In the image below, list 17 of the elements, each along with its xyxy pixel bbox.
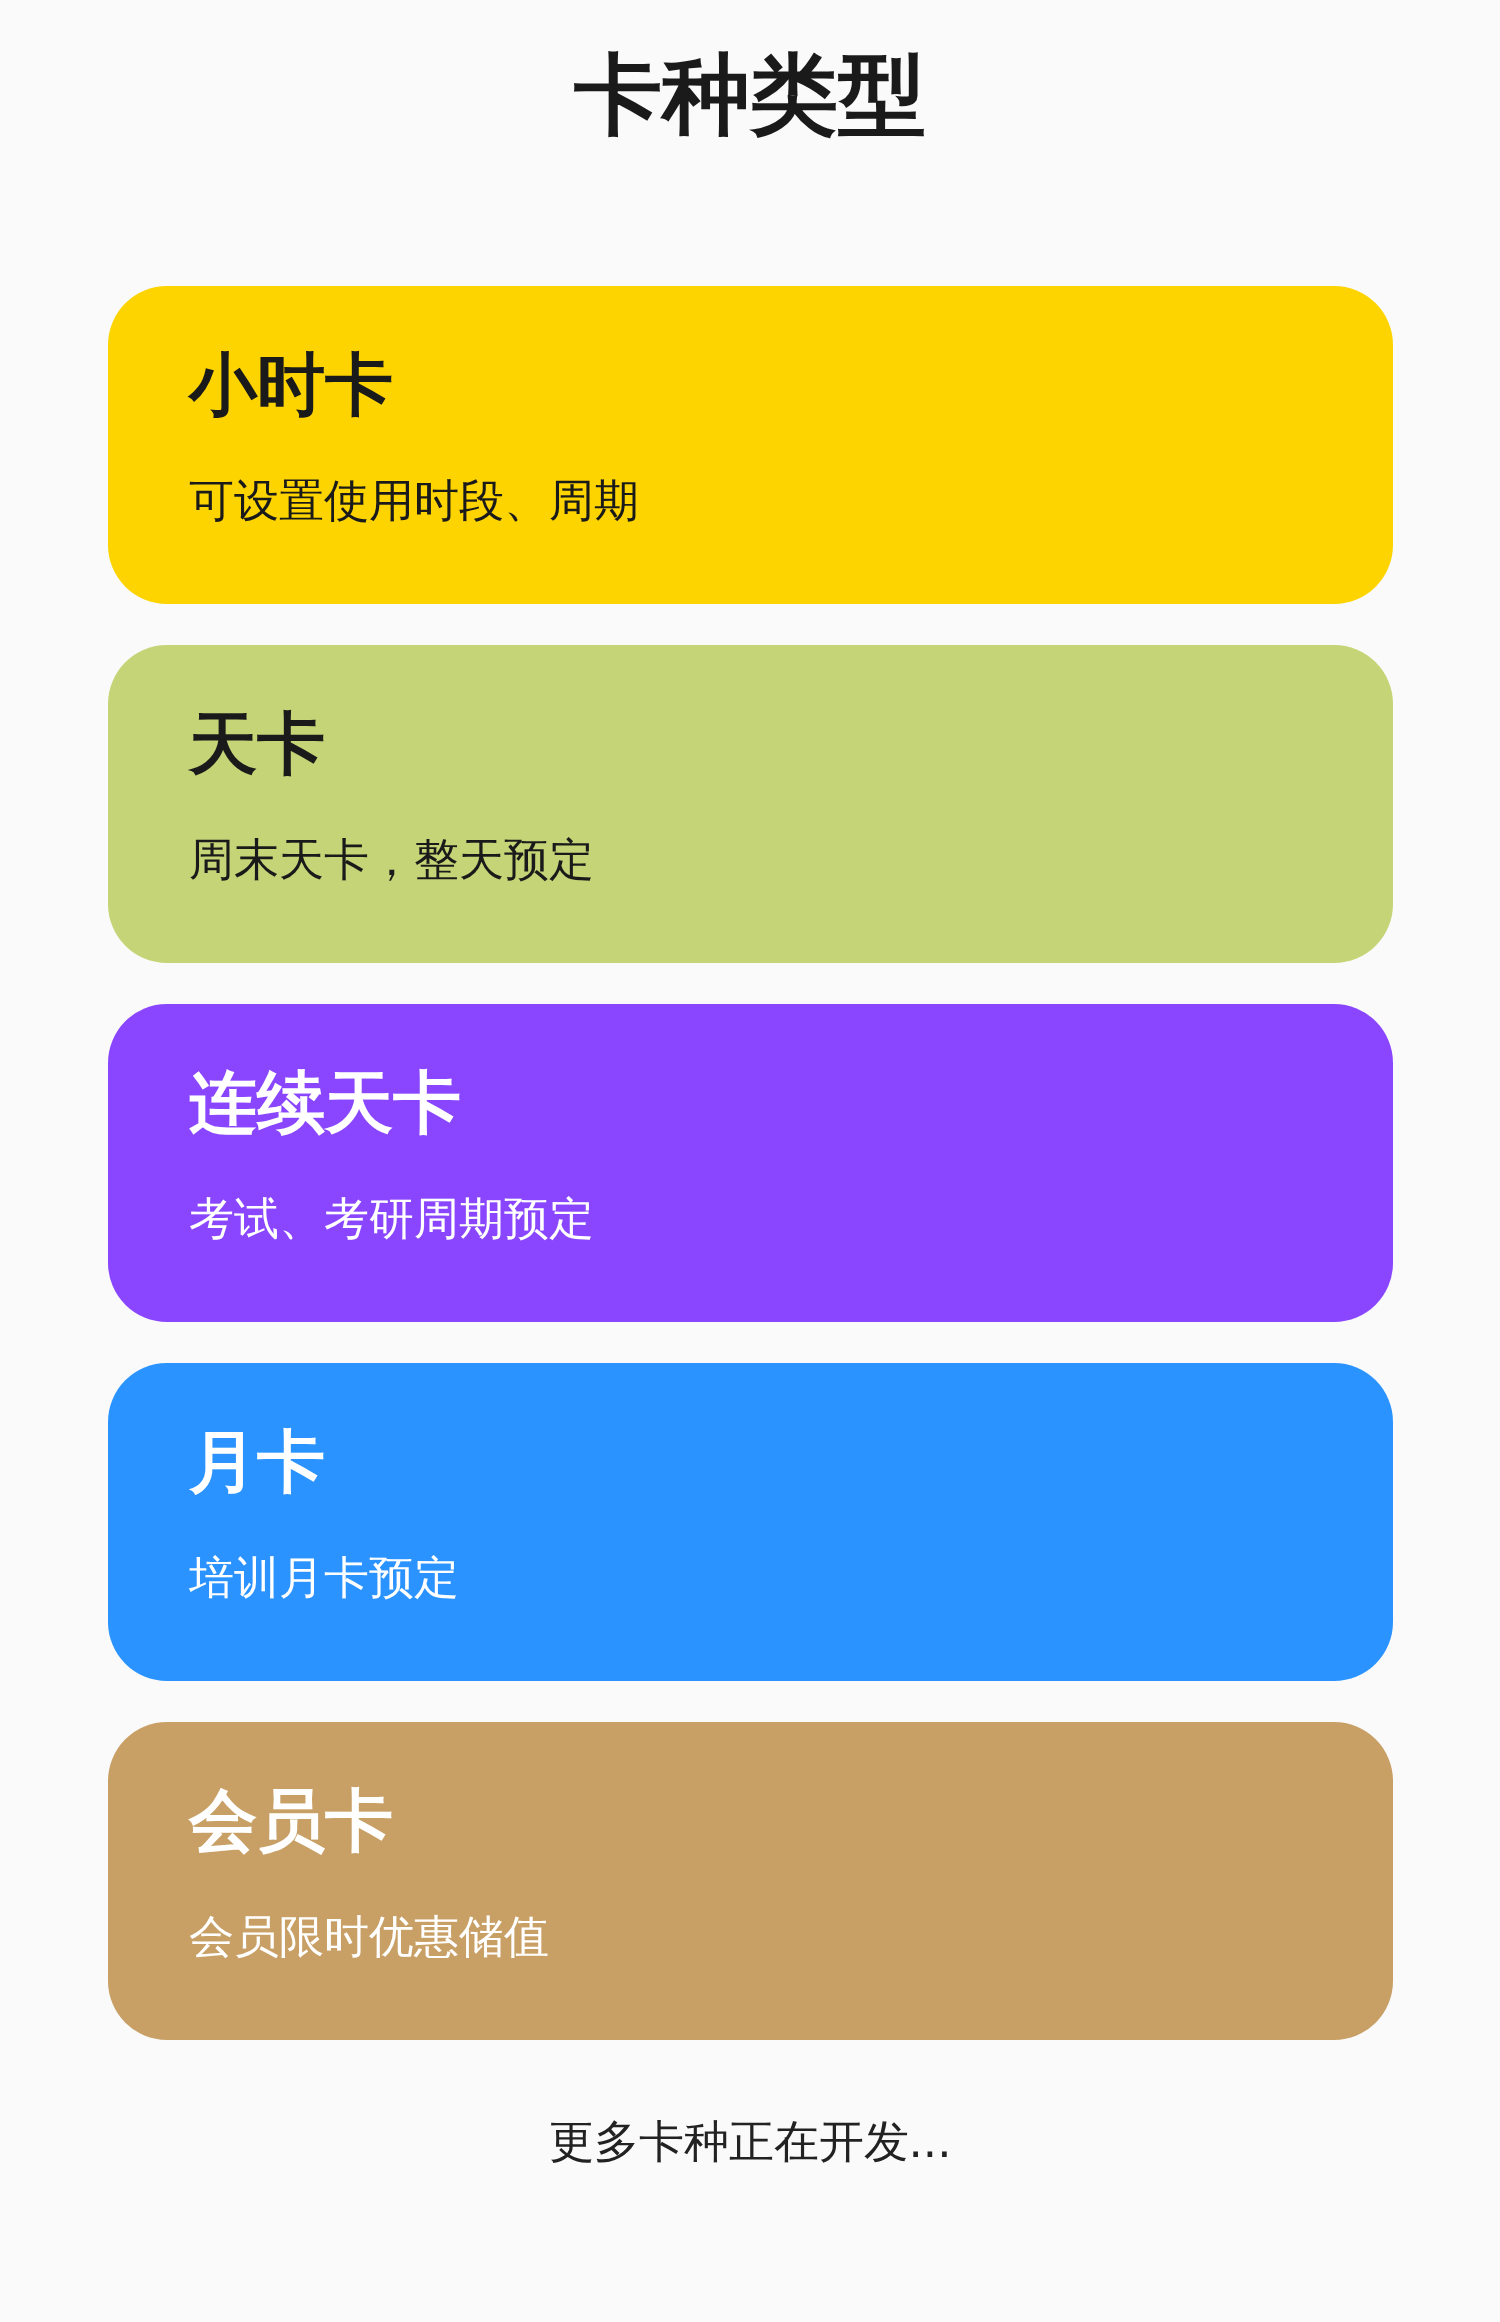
card-type-card[interactable]: 会员卡 会员限时优惠储值: [107, 1722, 1393, 2040]
footer-note: 更多卡种正在开发...: [548, 2114, 952, 2170]
card-description: 培训月卡预定: [188, 1550, 460, 1606]
card-description: 会员限时优惠储值: [188, 1909, 550, 1965]
card-description: 可设置使用时段、周期: [188, 473, 640, 529]
card-type-card[interactable]: 小时卡 可设置使用时段、周期: [107, 286, 1393, 604]
card-type-card[interactable]: 天卡 周末天卡，整天预定: [107, 645, 1393, 963]
card-name: 会员卡: [188, 1780, 394, 1862]
card-name: 连续天卡: [188, 1062, 462, 1144]
page-title: 卡种类型: [574, 42, 926, 148]
card-type-card[interactable]: 连续天卡 考试、考研周期预定: [107, 1004, 1393, 1322]
card-name: 月卡: [188, 1421, 326, 1503]
card-type-card[interactable]: 月卡 培训月卡预定: [107, 1363, 1393, 1681]
card-name: 小时卡: [188, 344, 394, 426]
card-name: 天卡: [188, 703, 326, 785]
card-description: 考试、考研周期预定: [188, 1191, 595, 1247]
card-description: 周末天卡，整天预定: [188, 832, 595, 888]
